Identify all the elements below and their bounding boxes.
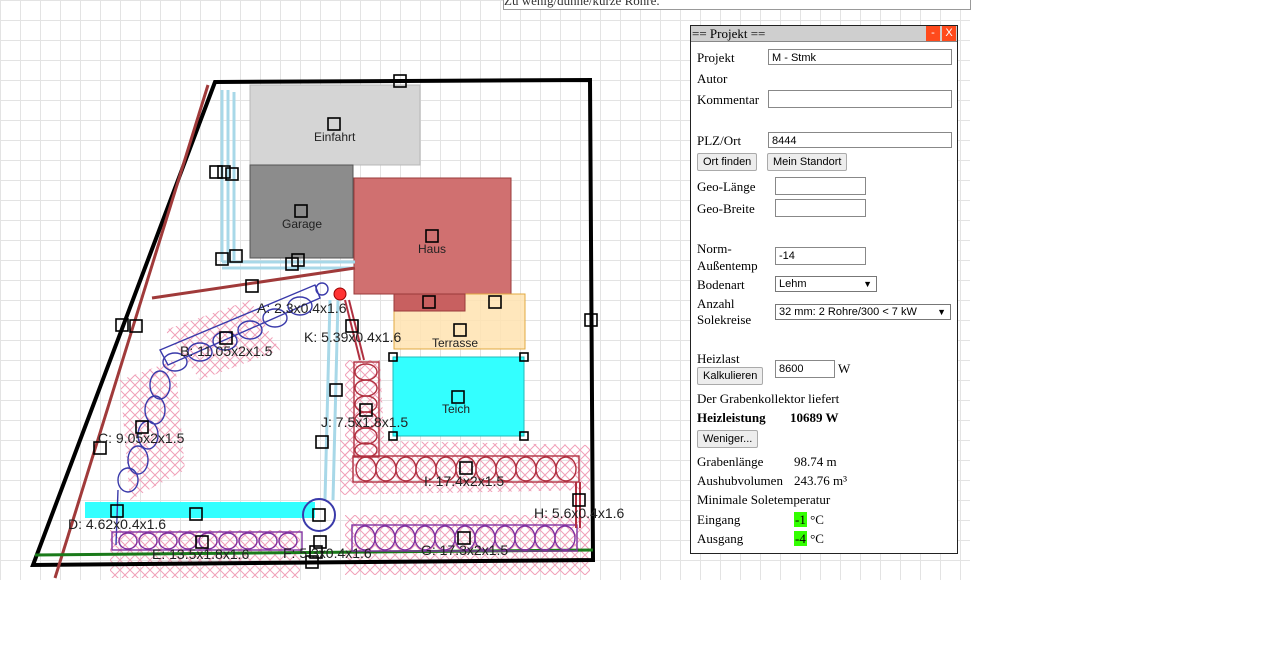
eingang-value: -1 (794, 512, 807, 527)
close-button[interactable]: X (942, 26, 956, 41)
norm-label-2: Außentemp (697, 258, 758, 273)
aushub-value: 243.76 m³ (794, 473, 848, 488)
eingang-label: Eingang (697, 512, 741, 527)
kommentar-input[interactable] (768, 90, 952, 108)
liefert-text: Der Grabenkollektor liefert (697, 391, 840, 406)
kalkulieren-button[interactable]: Kalkulieren (697, 367, 764, 385)
haus-area[interactable] (353, 177, 512, 295)
geo-breite-input[interactable] (775, 199, 866, 217)
ausgang-value: -4 (794, 531, 807, 546)
min-sole-label: Minimale Soletemperatur (697, 492, 831, 507)
panel-titlebar[interactable]: == Projekt == - X (691, 26, 957, 42)
trench-i-label: I: 17.4x2x1.5 (424, 473, 504, 489)
anzahl-label-1: Anzahl (697, 296, 735, 311)
ort-finden-button[interactable]: Ort finden (697, 153, 758, 171)
bodenart-select[interactable]: Lehm ▼ (775, 276, 877, 292)
plz-label: PLZ/Ort (697, 133, 742, 148)
norm-aussentemp-input[interactable]: -14 (775, 247, 866, 265)
autor-label: Autor (697, 71, 728, 86)
heizlast-input[interactable]: 8600 (775, 360, 835, 378)
ausgang-unit: °C (810, 531, 824, 546)
teich-area[interactable] (392, 356, 525, 437)
anzahl-label-2: Solekreise (697, 312, 752, 327)
trench-h-label: H: 5.6x0.4x1.6 (534, 505, 624, 521)
trench-b-label: B: 11.05x2x1.5 (180, 343, 273, 359)
trench-c-label: C: 9.05x2x1.5 (98, 430, 185, 446)
heizlast-unit: W (838, 361, 851, 376)
trench-g-label: G: 17.3x2x1.5 (421, 542, 508, 558)
chevron-down-icon: ▼ (937, 307, 946, 317)
bodenart-value: Lehm (779, 278, 807, 290)
solekreise-select[interactable]: 32 mm: 2 Rohre/300 < 7 kW ▼ (775, 304, 951, 320)
bodenart-label: Bodenart (697, 277, 745, 292)
einfahrt-area[interactable] (249, 84, 421, 166)
trench-k-label: K: 5.39x0.4x1.6 (304, 329, 402, 345)
mein-standort-button[interactable]: Mein Standort (767, 153, 848, 171)
solekreise-value: 32 mm: 2 Rohre/300 < 7 kW (779, 306, 917, 318)
chevron-down-icon: ▼ (863, 279, 872, 289)
kommentar-label: Kommentar (697, 92, 760, 107)
trench-a-label: A: 2.3x0.4x1.6 (257, 300, 347, 316)
ausgang-label: Ausgang (697, 531, 744, 546)
red-node[interactable] (333, 287, 347, 301)
geo-breite-label: Geo-Breite (697, 201, 755, 216)
heizleistung-value: 10689 W (790, 410, 839, 425)
norm-label-1: Norm- (697, 241, 732, 256)
projekt-label: Projekt (697, 50, 735, 65)
plz-input[interactable]: 8444 (768, 132, 952, 148)
heizlast-label: Heizlast (697, 351, 740, 366)
haus-label: Haus (418, 242, 446, 256)
projekt-input[interactable]: M - Stmk (768, 49, 952, 65)
projekt-panel[interactable]: == Projekt == - X Projekt M - Stmk Autor… (690, 25, 958, 554)
trench-d-label: D: 4.62x0.4x1.6 (68, 516, 166, 532)
status-message: Zu wenig/dünne/kurze Rohre. (503, 0, 971, 10)
einfahrt-label: Einfahrt (314, 130, 356, 144)
grabenlaenge-label: Grabenlänge (697, 454, 764, 469)
eingang-unit: °C (810, 512, 824, 527)
heizleistung-label: Heizleistung (697, 410, 766, 425)
teich-label: Teich (442, 402, 470, 416)
terrasse-label: Terrasse (432, 336, 478, 350)
geo-laenge-label: Geo-Länge (697, 179, 756, 194)
minimize-button[interactable]: - (926, 26, 940, 41)
trench-e-label: E: 13.5x1.8x1.6 (152, 546, 250, 562)
aushub-label: Aushubvolumen (697, 473, 783, 488)
panel-title: == Projekt == (692, 26, 766, 41)
garage-area[interactable] (249, 164, 354, 259)
grabenlaenge-value: 98.74 m (794, 454, 837, 469)
weniger-button[interactable]: Weniger... (697, 430, 759, 448)
garage-label: Garage (282, 217, 322, 231)
trench-j-label: J: 7.5x1.8x1.5 (321, 414, 408, 430)
trench-f-label: F: 5.3x0.4x1.6 (283, 545, 372, 561)
geo-laenge-input[interactable] (775, 177, 866, 195)
